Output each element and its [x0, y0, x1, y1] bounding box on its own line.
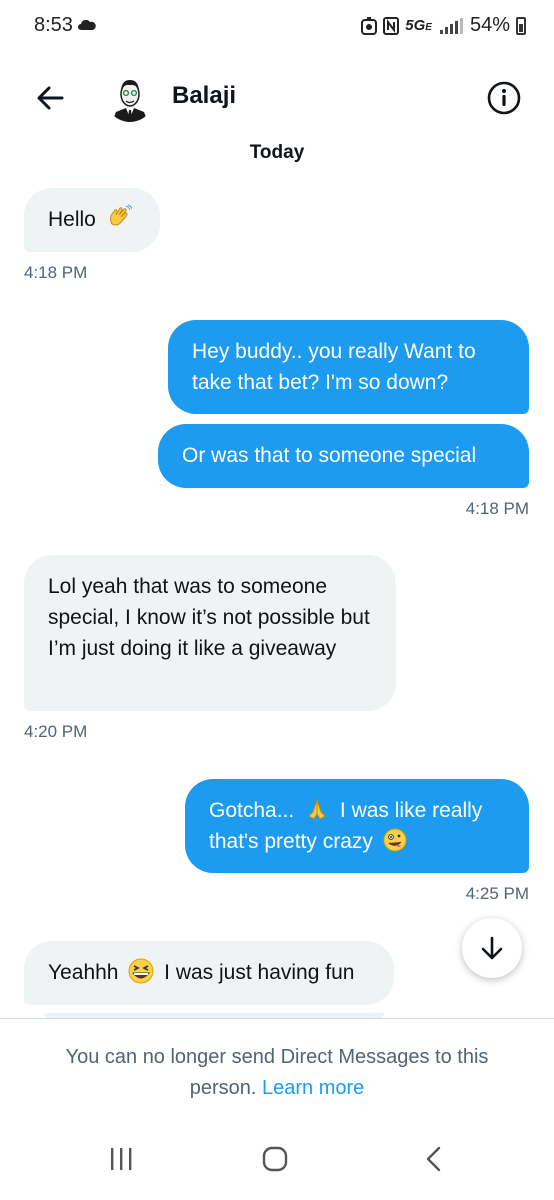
message-timestamp: 4:18 PM	[465, 499, 529, 518]
signal-icon	[438, 17, 464, 34]
cloud-icon	[78, 20, 96, 30]
dm-disabled-notice: You can no longer send Direct Messages t…	[30, 1042, 524, 1104]
conversation-title[interactable]: Balaji	[172, 82, 236, 110]
info-circle-icon[interactable]	[486, 80, 522, 116]
scroll-to-bottom-button[interactable]	[462, 918, 522, 978]
message-bubble-outgoing[interactable]: Or was that to someone special	[158, 424, 529, 488]
learn-more-link[interactable]: Learn more	[262, 1077, 364, 1099]
message-text: Hello	[48, 208, 96, 231]
message-text: Yeahhh	[48, 961, 119, 984]
network-type: 5GE	[405, 17, 432, 34]
back-arrow-icon[interactable]	[30, 78, 70, 118]
avatar[interactable]	[106, 74, 154, 122]
back-icon[interactable]	[420, 1145, 446, 1173]
battery-icon	[516, 16, 526, 35]
arrow-down-icon	[481, 936, 503, 960]
message-text: Hey buddy.. you really Want to take that…	[192, 340, 476, 394]
message-text: I was just having fun	[164, 961, 355, 984]
grinning-squinting-face-icon	[128, 958, 154, 984]
message-timestamp: 4:25 PM	[465, 884, 529, 903]
folded-hands-icon	[308, 798, 326, 820]
message-bubble-outgoing[interactable]: Hey buddy.. you really Want to take that…	[168, 320, 529, 414]
zany-face-icon	[383, 828, 407, 852]
message-text: Or was that to someone special	[182, 444, 477, 467]
message-bubble-incoming[interactable]: Hello	[24, 188, 160, 252]
avatar-image	[112, 80, 148, 122]
day-separator: Today	[249, 142, 305, 163]
message-text: Gotcha...	[209, 799, 295, 822]
status-time: 8:53	[34, 14, 73, 36]
recents-icon[interactable]	[106, 1146, 136, 1172]
waving-hand-icon	[109, 204, 132, 226]
data-saver-icon	[361, 16, 378, 35]
nfc-icon	[383, 16, 400, 35]
battery-percent: 54%	[469, 14, 510, 36]
message-bubble-incoming[interactable]: Lol yeah that was to someone special, I …	[24, 555, 396, 711]
home-icon[interactable]	[262, 1146, 288, 1172]
message-bubble-incoming[interactable]: Yeahhh I was just having fun	[24, 941, 394, 1005]
message-timestamp: 4:18 PM	[24, 263, 88, 282]
message-text: Lol yeah that was to someone special, I …	[48, 575, 370, 660]
message-timestamp: 4:20 PM	[24, 722, 88, 741]
status-icons: 5GE 54%	[361, 14, 526, 37]
footer-divider	[0, 1018, 554, 1019]
message-bubble-outgoing[interactable]: Gotcha... I was like really that's prett…	[185, 779, 529, 873]
